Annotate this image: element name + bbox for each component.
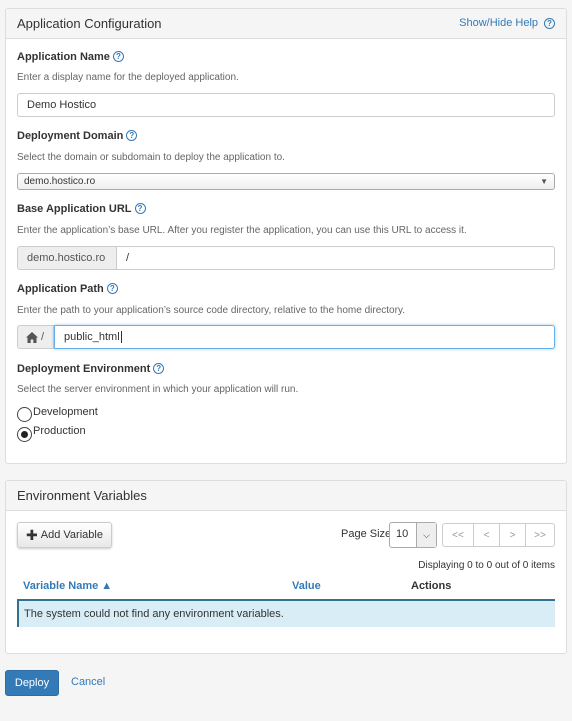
base-url-label: Base Application URL? (17, 203, 146, 215)
page-size-value: 10 (396, 528, 409, 540)
previous-page-button[interactable]: < (473, 523, 500, 547)
text-cursor (120, 331, 122, 343)
deployment-domain-label: Deployment Domain? (17, 130, 138, 142)
deployment-domain-select[interactable]: demo.hostico.ro ▼ (17, 173, 555, 190)
chevron-down-icon: ▼ (540, 177, 548, 186)
add-variable-label: Add Variable (40, 529, 103, 541)
app-path-label: Application Path? (17, 283, 118, 295)
app-name-label-text: Application Name (17, 51, 110, 63)
radio-production[interactable] (17, 427, 32, 442)
app-path-home-addon: / (17, 325, 54, 349)
app-name-label: Application Name? (17, 51, 124, 63)
show-hide-help-link[interactable]: Show/Hide Help ? (459, 17, 555, 29)
panel-title: Environment Variables (17, 488, 147, 503)
column-actions: Actions (411, 580, 452, 592)
app-path-input[interactable]: public_html (54, 325, 555, 349)
base-url-group: demo.hostico.ro / (17, 246, 555, 270)
panel-heading: Environment Variables (6, 481, 566, 511)
base-url-input[interactable]: / (117, 246, 555, 270)
plus-icon: ✚ (26, 526, 38, 543)
page-size-select[interactable]: 10 ⌵ (389, 522, 437, 548)
home-icon (26, 331, 38, 343)
panel-heading: Application Configuration Show/Hide Help… (6, 9, 566, 39)
environment-option-label: Development (33, 405, 98, 418)
app-name-hint: Enter a display name for the deployed ap… (17, 72, 239, 83)
environment-label: Deployment Environment? (17, 363, 165, 375)
deploy-button[interactable]: Deploy (5, 670, 59, 696)
radio-development[interactable] (17, 407, 32, 422)
help-link-label: Show/Hide Help (459, 17, 538, 29)
help-icon[interactable]: ? (112, 51, 124, 62)
deployment-domain-label-text: Deployment Domain (17, 130, 124, 142)
help-icon[interactable]: ? (106, 283, 118, 294)
app-path-label-text: Application Path (17, 283, 104, 295)
environment-option-production[interactable]: Production (17, 424, 86, 442)
column-value[interactable]: Value (292, 580, 321, 592)
chevron-down-icon: ⌵ (416, 523, 436, 547)
displaying-count: Displaying 0 to 0 out of 0 items (418, 560, 555, 571)
deployment-domain-value: demo.hostico.ro (24, 176, 96, 187)
panel-title: Application Configuration (17, 16, 162, 31)
last-page-button[interactable]: >> (525, 523, 555, 547)
base-url-domain-addon: demo.hostico.ro (17, 246, 117, 270)
empty-table-message: The system could not find any environmen… (17, 599, 555, 627)
environment-variables-panel: Environment Variables ✚ Add Variable Pag… (5, 480, 567, 654)
deployment-domain-hint: Select the domain or subdomain to deploy… (17, 152, 285, 163)
cancel-link[interactable]: Cancel (71, 676, 105, 688)
help-icon: ? (544, 17, 555, 29)
first-page-button[interactable]: << (442, 523, 474, 547)
application-configuration-panel: Application Configuration Show/Hide Help… (5, 8, 567, 464)
add-variable-button[interactable]: ✚ Add Variable (17, 522, 112, 548)
help-icon[interactable]: ? (126, 130, 138, 141)
base-url-label-text: Base Application URL (17, 203, 132, 215)
app-path-value: public_html (64, 331, 120, 343)
environment-option-label: Production (33, 424, 86, 437)
page-size-label: Page Size (341, 528, 392, 540)
app-path-group: / public_html (17, 325, 555, 349)
column-variable-name[interactable]: Variable Name ▲ (23, 580, 112, 592)
help-icon[interactable]: ? (134, 203, 146, 214)
app-path-hint: Enter the path to your application’s sou… (17, 305, 405, 316)
pagination: << < > >> (442, 523, 555, 547)
environment-label-text: Deployment Environment (17, 363, 151, 375)
app-name-input[interactable]: Demo Hostico (17, 93, 555, 117)
environment-option-development[interactable]: Development (17, 405, 98, 422)
base-url-hint: Enter the application’s base URL. After … (17, 225, 467, 236)
path-separator: / (41, 331, 45, 343)
environment-hint: Select the server environment in which y… (17, 384, 299, 395)
help-icon[interactable]: ? (153, 363, 165, 374)
next-page-button[interactable]: > (499, 523, 526, 547)
